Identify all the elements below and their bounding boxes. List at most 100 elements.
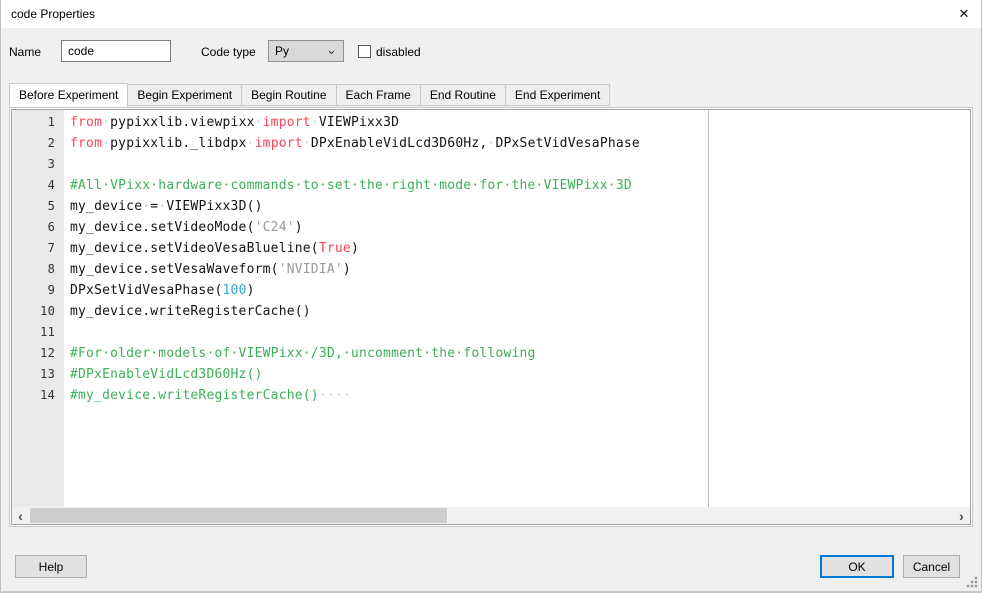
- tab-before-experiment[interactable]: Before Experiment: [9, 83, 128, 107]
- code-token: import: [263, 115, 311, 130]
- code-properties-dialog: code Properties ✕ Name Code type Py ⌄ di…: [0, 0, 982, 593]
- close-icon: ✕: [959, 6, 970, 22]
- line-number: 14: [12, 385, 64, 406]
- code-type-select[interactable]: Py ⌄: [268, 40, 344, 62]
- code-line-text: my_device.writeRegisterCache(): [64, 301, 311, 322]
- code-token: from: [70, 136, 102, 151]
- code-token: 100: [223, 283, 247, 298]
- code-line: 5my_device·=·VIEWPixx3D(): [12, 196, 970, 217]
- editor-panel: 1from·pypixxlib.viewpixx·import·VIEWPixx…: [9, 107, 973, 527]
- ok-button[interactable]: OK: [820, 555, 894, 578]
- code-token: 'C24': [255, 220, 295, 235]
- scroll-right-button[interactable]: ›: [953, 507, 970, 524]
- scroll-right-icon: ›: [959, 508, 964, 524]
- line-number: 3: [12, 154, 64, 175]
- code-token: #For·older·models·of·VIEWPixx·/3D,·uncom…: [70, 346, 536, 361]
- code-line-text: my_device.setVideoMode('C24'): [64, 217, 303, 238]
- code-token: ): [351, 241, 359, 256]
- code-token: my_device.writeRegisterCache(): [70, 304, 311, 319]
- code-line: 9DPxSetVidVesaPhase(100): [12, 280, 970, 301]
- code-token: ·: [255, 115, 263, 130]
- code-token: from: [70, 115, 102, 130]
- code-token: ): [295, 220, 303, 235]
- code-line: 10 my_device.writeRegisterCache(): [12, 301, 970, 322]
- code-token: True: [319, 241, 351, 256]
- code-line: 4 #All·VPixx·hardware·commands·to·set·the…: [12, 175, 970, 196]
- code-token: ·: [102, 136, 110, 151]
- name-label: Name: [9, 45, 41, 59]
- code-token: #All·VPixx·hardware·commands·to·set·the·…: [70, 178, 632, 193]
- line-number: 4: [12, 175, 64, 196]
- code-line-text: [64, 322, 78, 343]
- line-number: 2: [12, 133, 64, 154]
- code-token: ·: [303, 136, 311, 151]
- code-line: 2from·pypixxlib._libdpx·import·DPxEnable…: [12, 133, 970, 154]
- code-editor[interactable]: 1from·pypixxlib.viewpixx·import·VIEWPixx…: [11, 109, 971, 525]
- line-number: 9: [12, 280, 64, 301]
- code-line-text: #All·VPixx·hardware·commands·to·set·the·…: [64, 175, 632, 196]
- code-line: 7my_device.setVideoVesaBlueline(True): [12, 238, 970, 259]
- code-line-text: my_device.setVesaWaveform('NVIDIA'): [64, 259, 351, 280]
- code-token: import: [255, 136, 303, 151]
- help-button[interactable]: Help: [15, 555, 87, 578]
- tab-end-routine[interactable]: End Routine: [421, 84, 506, 106]
- line-number: 10: [12, 301, 64, 322]
- code-token: VIEWPixx3D: [319, 115, 399, 130]
- code-token: #DPxEnableVidLcd3D60Hz(): [70, 367, 263, 382]
- code-line: 1from·pypixxlib.viewpixx·import·VIEWPixx…: [12, 112, 970, 133]
- code-token: my_device.setVesaWaveform(: [70, 262, 279, 277]
- name-input[interactable]: [61, 40, 171, 62]
- code-token: #my_device.writeRegisterCache(): [70, 388, 319, 403]
- code-token: my_device: [70, 199, 142, 214]
- tab-end-experiment[interactable]: End Experiment: [506, 84, 610, 106]
- scrollbar-thumb[interactable]: [30, 508, 447, 523]
- code-line-text: my_device·=·VIEWPixx3D(): [64, 196, 263, 217]
- disabled-checkbox[interactable]: [358, 45, 371, 58]
- code-line-text: my_device.setVideoVesaBlueline(True): [64, 238, 359, 259]
- code-token: ): [247, 283, 255, 298]
- code-token: pypixxlib._libdpx: [110, 136, 246, 151]
- code-token: 'NVIDIA': [279, 262, 343, 277]
- code-token: pypixxlib.viewpixx: [110, 115, 254, 130]
- cancel-button[interactable]: Cancel: [903, 555, 960, 578]
- line-number: 7: [12, 238, 64, 259]
- line-number: 1: [12, 112, 64, 133]
- scroll-left-icon: ‹: [18, 508, 23, 524]
- code-token: ): [343, 262, 351, 277]
- horizontal-scrollbar[interactable]: ‹ ›: [12, 507, 970, 524]
- line-number: 12: [12, 343, 64, 364]
- code-type-value: Py: [275, 44, 289, 58]
- line-number: 5: [12, 196, 64, 217]
- code-line-text: #my_device.writeRegisterCache()····: [64, 385, 351, 406]
- code-line-text: DPxSetVidVesaPhase(100): [64, 280, 255, 301]
- window-title: code Properties: [11, 7, 95, 21]
- code-token: ····: [319, 388, 351, 403]
- tab-begin-experiment[interactable]: Begin Experiment: [128, 84, 242, 106]
- disabled-label: disabled: [376, 45, 421, 59]
- chevron-down-icon: ⌄: [326, 42, 337, 58]
- code-line: 12 #For·older·models·of·VIEWPixx·/3D,·unc…: [12, 343, 970, 364]
- code-line: 14#my_device.writeRegisterCache()····: [12, 385, 970, 406]
- title-bar: code Properties ✕: [1, 0, 981, 28]
- code-type-label: Code type: [201, 45, 256, 59]
- code-token: ·: [311, 115, 319, 130]
- scroll-left-button[interactable]: ‹: [12, 507, 29, 524]
- code-token: my_device.setVideoMode(: [70, 220, 255, 235]
- code-token: VIEWPixx3D(): [166, 199, 262, 214]
- close-button[interactable]: ✕: [947, 0, 981, 28]
- tab-begin-routine[interactable]: Begin Routine: [242, 84, 336, 106]
- code-line: 3: [12, 154, 970, 175]
- line-number: 8: [12, 259, 64, 280]
- tab-each-frame[interactable]: Each Frame: [337, 84, 421, 106]
- code-line: 13 #DPxEnableVidLcd3D60Hz(): [12, 364, 970, 385]
- line-number: 13: [12, 364, 64, 385]
- code-line: 8my_device.setVesaWaveform('NVIDIA'): [12, 259, 970, 280]
- code-line-text: from·pypixxlib.viewpixx·import·VIEWPixx3…: [64, 112, 399, 133]
- line-number: 11: [12, 322, 64, 343]
- code-line-text: #For·older·models·of·VIEWPixx·/3D,·uncom…: [64, 343, 536, 364]
- code-lines: 1from·pypixxlib.viewpixx·import·VIEWPixx…: [12, 112, 970, 406]
- code-token: ·: [102, 115, 110, 130]
- code-line-text: #DPxEnableVidLcd3D60Hz(): [64, 364, 263, 385]
- tab-bar: Before ExperimentBegin ExperimentBegin R…: [9, 83, 610, 106]
- resize-grip[interactable]: [966, 576, 978, 588]
